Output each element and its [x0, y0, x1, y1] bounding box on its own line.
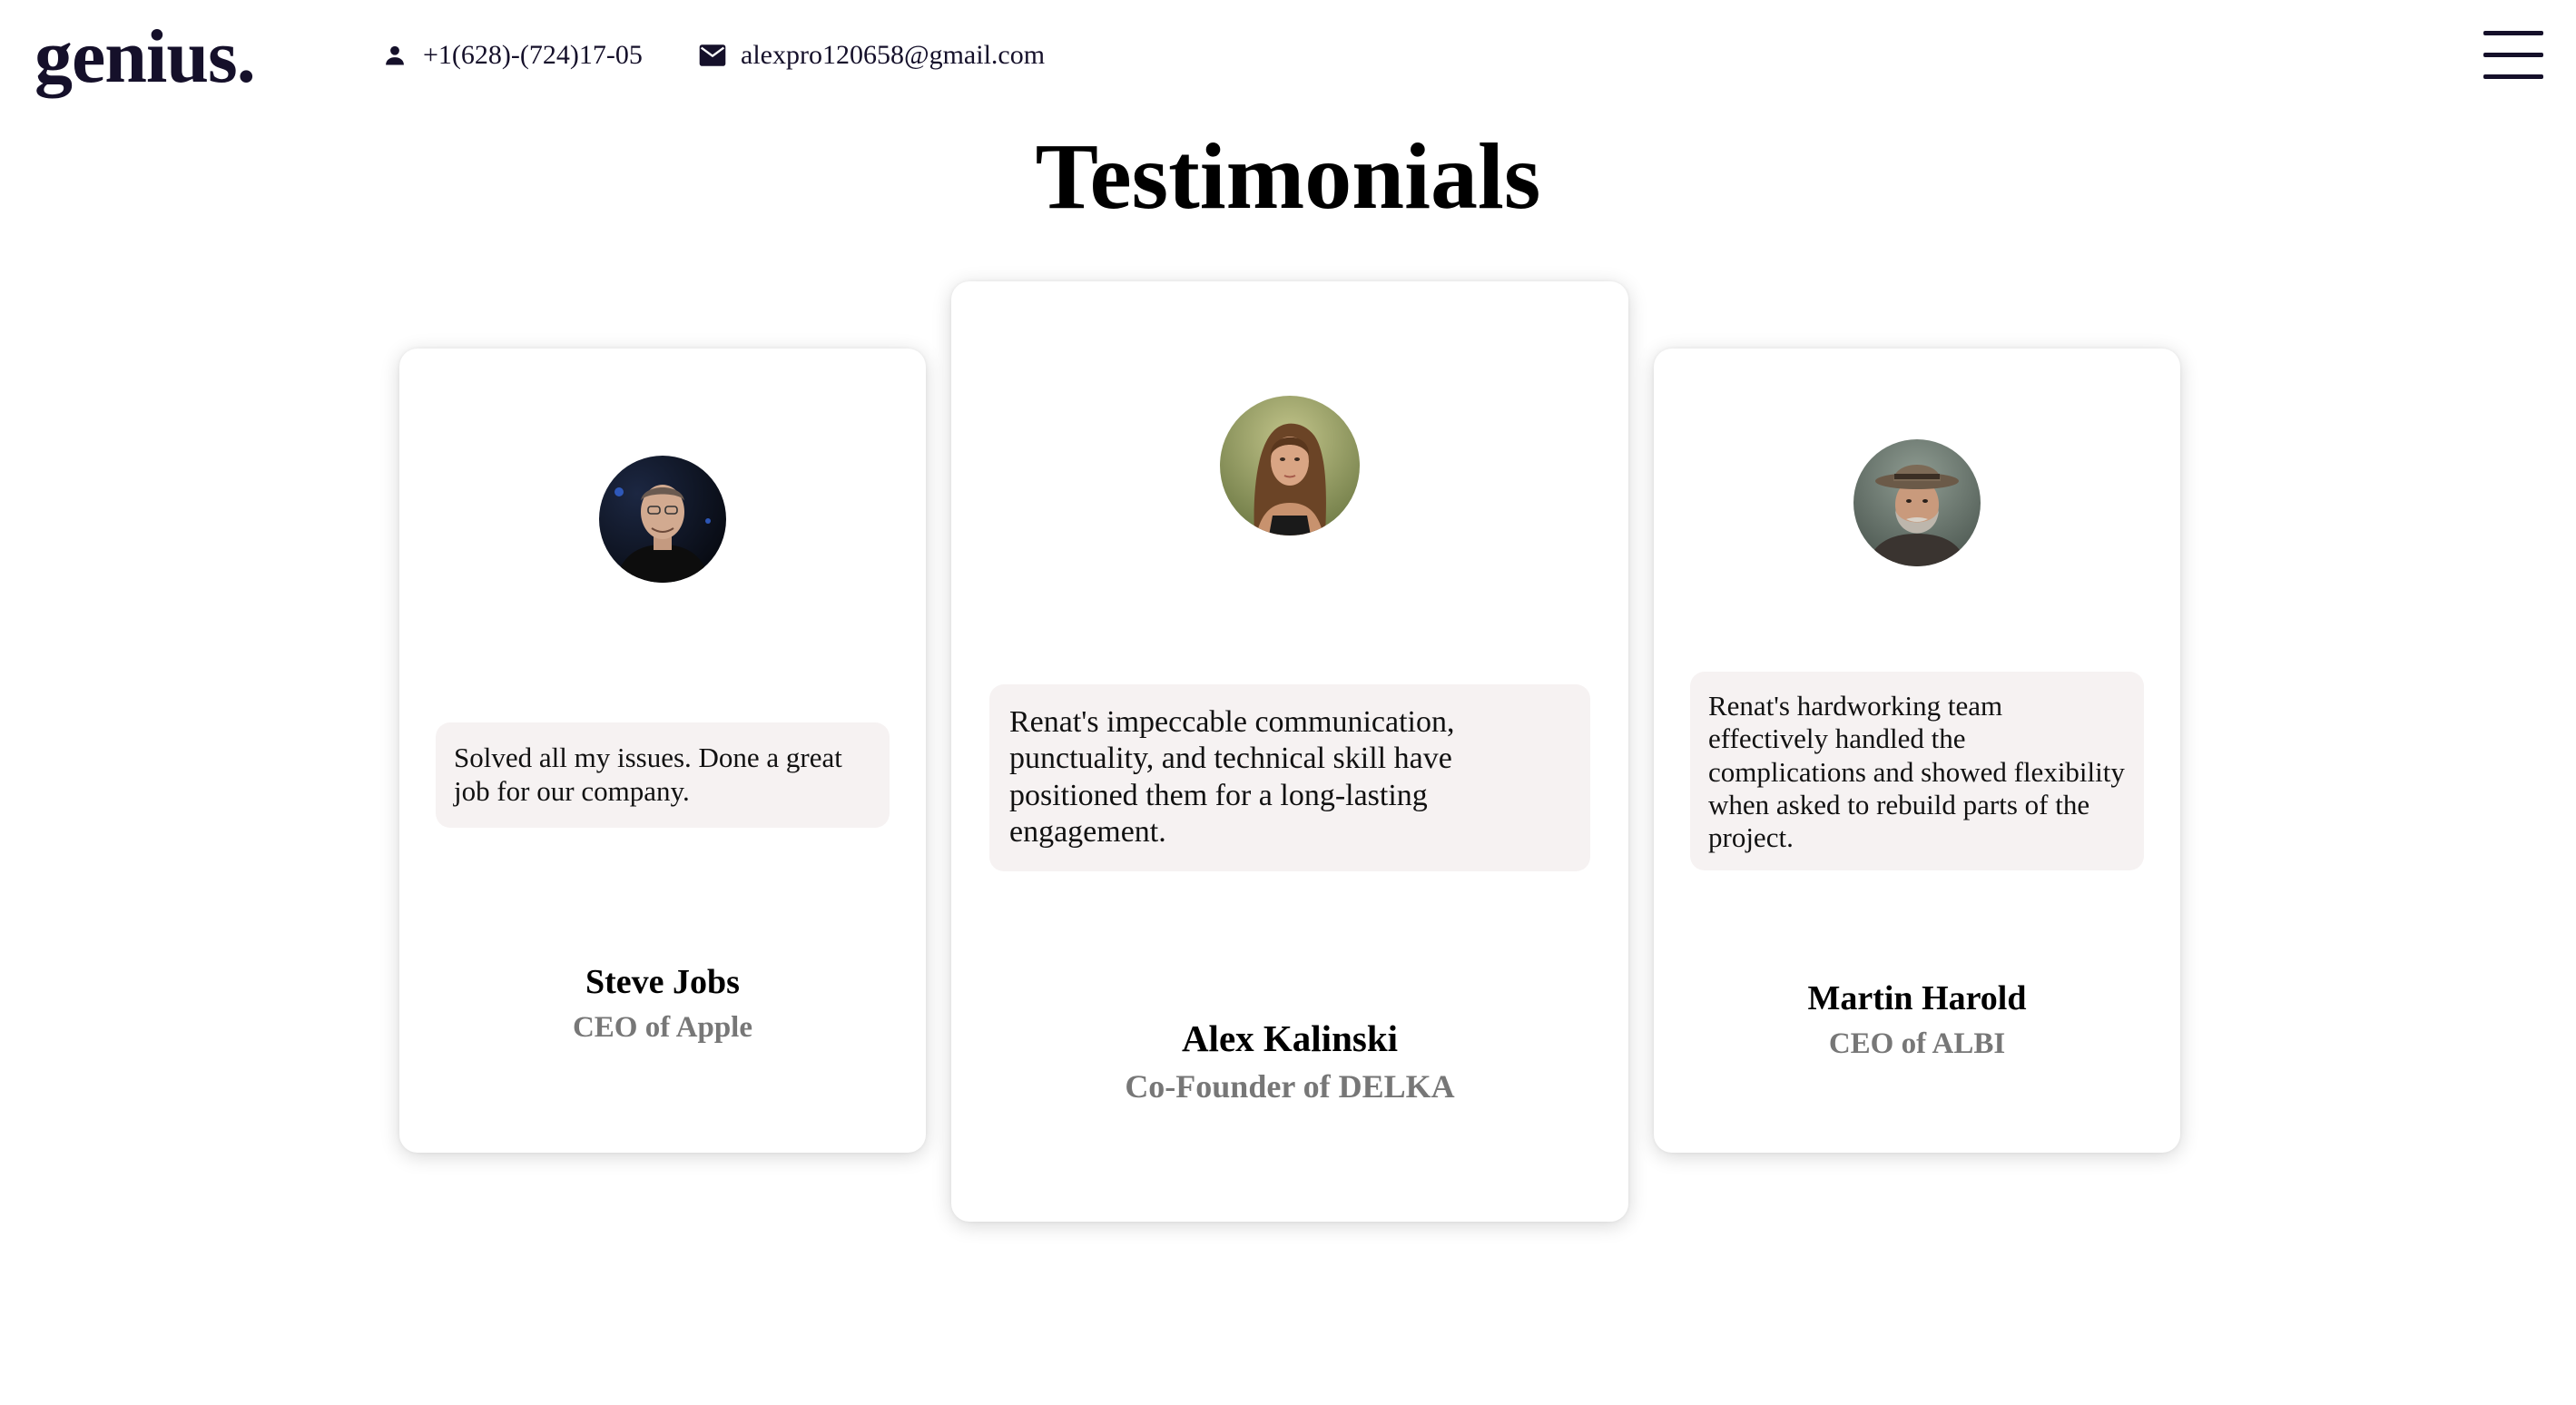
email-contact[interactable]: alexpro120658@gmail.com — [697, 33, 1045, 78]
menu-bar — [2483, 53, 2543, 57]
menu-bar — [2483, 74, 2543, 79]
testimonial-quote: Renat's hardworking team effectively han… — [1690, 672, 2144, 871]
section-title: Testimonials — [1035, 124, 1541, 229]
testimonial-card: Renat's impeccable communication, punctu… — [951, 281, 1628, 1222]
email-address: alexpro120658@gmail.com — [741, 40, 1046, 70]
testimonial-card: Solved all my issues. Done a great job f… — [399, 349, 926, 1153]
person-icon — [379, 40, 410, 71]
testimonial-card: Renat's hardworking team effectively han… — [1654, 349, 2180, 1153]
testimonial-quote: Solved all my issues. Done a great job f… — [436, 722, 890, 829]
avatar — [1853, 439, 1981, 566]
menu-bar — [2483, 31, 2543, 35]
site-header: genius. +1(628)-(724)17-05 alexpro120658… — [0, 0, 2576, 118]
hamburger-menu-icon[interactable] — [2483, 31, 2547, 80]
testimonial-name: Martin Harold — [1807, 979, 2027, 1017]
logo[interactable]: genius. — [34, 7, 256, 107]
testimonial-role: CEO of Apple — [572, 1011, 753, 1044]
envelope-icon — [697, 40, 728, 71]
avatar — [1220, 396, 1360, 535]
testimonial-role: CEO of ALBI — [1828, 1027, 2006, 1060]
testimonial-name: Steve Jobs — [585, 963, 740, 1001]
testimonial-quote: Renat's impeccable communication, punctu… — [989, 684, 1590, 871]
avatar — [599, 456, 726, 583]
phone-contact[interactable]: +1(628)-(724)17-05 — [379, 33, 643, 78]
phone-number: +1(628)-(724)17-05 — [423, 40, 643, 70]
testimonial-name: Alex Kalinski — [1181, 1017, 1399, 1059]
testimonial-role: Co-Founder of DELKA — [1125, 1068, 1455, 1105]
